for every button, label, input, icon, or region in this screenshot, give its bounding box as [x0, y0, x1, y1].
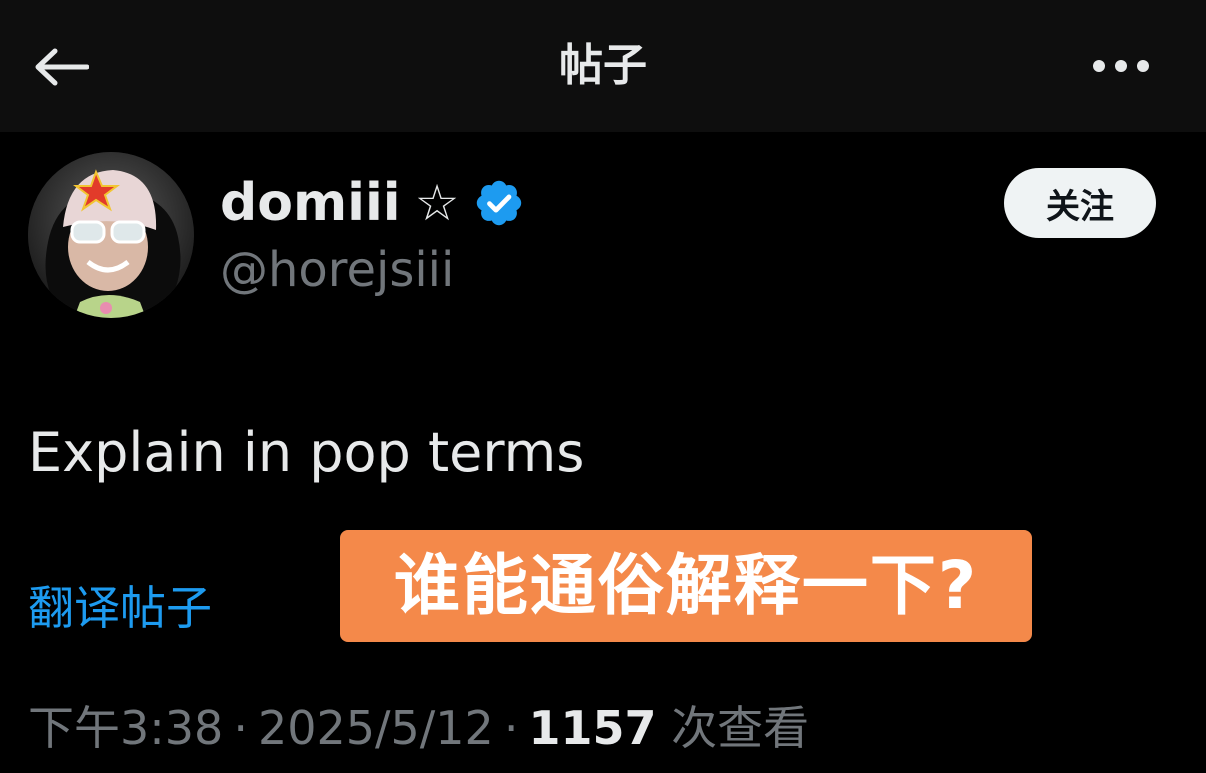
- author-name-row: domiii ☆: [220, 168, 525, 238]
- meta-separator: ·: [233, 701, 248, 755]
- top-bar: 帖子: [0, 0, 1206, 132]
- post-time: 下午3:38: [28, 701, 224, 755]
- post-date: 2025/5/12: [257, 701, 494, 755]
- avatar-image: [28, 152, 194, 318]
- more-options-button[interactable]: [1076, 40, 1166, 92]
- more-horizontal-icon: [1093, 60, 1149, 72]
- avatar[interactable]: [28, 152, 194, 318]
- translate-post-link[interactable]: 翻译帖子: [28, 578, 212, 638]
- post-text: Explain in pop terms: [28, 421, 585, 484]
- display-name[interactable]: domiii: [220, 173, 401, 233]
- user-handle[interactable]: @horejsiii: [220, 240, 454, 300]
- post-meta: 下午3:38 · 2025/5/12 · 1157 次查看: [28, 698, 809, 758]
- views-count[interactable]: 1157: [528, 701, 656, 755]
- page-title: 帖子: [559, 40, 647, 91]
- caption-overlay: 谁能通俗解释一下?: [340, 530, 1032, 642]
- views-label[interactable]: 次查看: [671, 701, 809, 755]
- caption-overlay-text: 谁能通俗解释一下?: [393, 547, 979, 624]
- meta-separator: ·: [503, 701, 519, 755]
- verified-badge-icon[interactable]: [473, 177, 525, 229]
- name-star-emoji: ☆: [414, 174, 460, 232]
- follow-button[interactable]: 关注: [1004, 168, 1156, 238]
